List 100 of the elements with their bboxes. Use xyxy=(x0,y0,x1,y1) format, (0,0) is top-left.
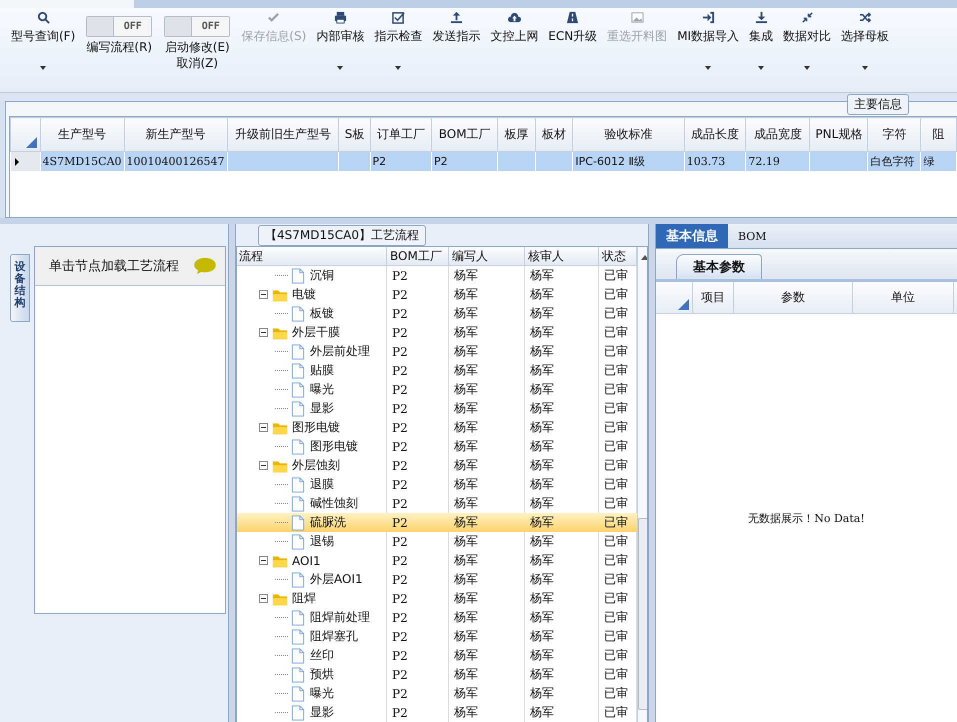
collapse-icon[interactable] xyxy=(259,423,268,432)
tree-row[interactable]: 阻焊塞孔 P2 杨军 杨军 已审 xyxy=(237,627,637,646)
tree-row[interactable]: 阻焊前处理 P2 杨军 杨军 已审 xyxy=(237,608,637,627)
tree-row[interactable]: 预烘 P2 杨军 杨军 已审 xyxy=(237,665,637,684)
toggle-switch[interactable]: OFF xyxy=(164,16,230,37)
table-row[interactable]: 4S7MD15CA0 10010400126547 P2 P2 IPC-6012 Ⅱ级 103.73 72.19 白色字符 绿 xyxy=(10,152,956,171)
table-cell: 已审 xyxy=(604,286,628,303)
document-icon xyxy=(290,476,306,492)
column-header[interactable]: 阻 xyxy=(920,118,956,152)
scroll-up-icon[interactable] xyxy=(641,255,647,260)
table-cell: 已审 xyxy=(604,533,628,550)
tree-row[interactable]: 硫脲洗 P2 杨军 杨军 已审 xyxy=(237,513,637,532)
column-header[interactable]: 字符 xyxy=(868,118,921,152)
toolbar-button[interactable]: 选择母板 xyxy=(836,8,894,86)
tree-row[interactable]: 板镀 P2 杨军 杨军 已审 xyxy=(237,304,637,323)
column-header[interactable]: 编写人 xyxy=(449,247,525,265)
table-cell: 杨军 xyxy=(530,552,554,569)
table-cell: 杨军 xyxy=(454,343,478,360)
tree-row[interactable]: 外层AOI1 P2 杨军 杨军 已审 xyxy=(237,570,637,589)
column-header[interactable]: 核审人 xyxy=(525,247,599,265)
tree-row[interactable]: 丝印 P2 杨军 杨军 已审 xyxy=(237,646,637,665)
table-cell: 已审 xyxy=(604,343,628,360)
download-icon xyxy=(754,11,768,24)
column-header[interactable]: 成品长度 xyxy=(684,118,746,152)
table-cell: 已审 xyxy=(604,704,628,721)
tree-row[interactable]: 外层干膜 P2 杨军 杨军 已审 xyxy=(237,323,637,342)
document-icon xyxy=(290,382,306,398)
splitter-handle[interactable] xyxy=(228,224,236,722)
table-cell: 杨军 xyxy=(454,457,478,474)
table-cell: P2 xyxy=(392,402,408,416)
table-cell: 白色字符 xyxy=(870,155,914,168)
column-header[interactable]: 单位 xyxy=(853,282,954,313)
collapse-icon[interactable] xyxy=(259,290,268,299)
table-cell: 杨军 xyxy=(454,419,478,436)
toolbar-button[interactable]: 集成 xyxy=(744,8,778,86)
tab[interactable]: 基本参数 xyxy=(676,254,762,279)
table-cell: P2 xyxy=(392,572,408,586)
column-header[interactable]: 成品宽度 xyxy=(746,118,810,152)
vertical-tab[interactable]: 设备结构 xyxy=(10,254,30,322)
tree-row[interactable]: 贴膜 P2 杨军 杨军 已审 xyxy=(237,361,637,380)
tree-row[interactable]: 退锡 P2 杨军 杨军 已审 xyxy=(237,532,637,551)
table-cell: 已审 xyxy=(604,381,628,398)
table-cell: P2 xyxy=(392,268,408,282)
column-header[interactable]: 参数 xyxy=(734,282,853,313)
document-icon xyxy=(290,610,306,626)
column-header[interactable]: 板厚 xyxy=(498,118,536,152)
table-cell: 已审 xyxy=(604,647,628,664)
table-cell: 杨军 xyxy=(530,476,554,493)
tree-row[interactable]: 显影 P2 杨军 杨军 已审 xyxy=(237,399,637,418)
table-cell: P2 xyxy=(392,420,408,434)
tab[interactable]: 基本信息 xyxy=(656,224,728,248)
tree-row[interactable]: 曝光 P2 杨军 杨军 已审 xyxy=(237,684,637,703)
column-header[interactable]: 流程 xyxy=(237,247,387,265)
table-cell: P2 xyxy=(392,648,408,662)
tree-row[interactable]: 曝光 P2 杨军 杨军 已审 xyxy=(237,380,637,399)
column-header[interactable]: 生产型号 xyxy=(40,118,124,152)
document-icon xyxy=(290,514,306,530)
tree-row[interactable]: 外层蚀刻 P2 杨军 杨军 已审 xyxy=(237,456,637,475)
toolbar-button[interactable]: 发送指示 xyxy=(427,8,486,86)
cloud-icon xyxy=(508,11,521,24)
table-cell: 杨军 xyxy=(530,381,554,398)
toolbar-button[interactable]: 型号查询(F) xyxy=(6,8,80,86)
column-header[interactable]: 新生产型号 xyxy=(124,118,228,152)
column-header[interactable]: 升级前旧生产型号 xyxy=(227,118,339,152)
collapse-icon[interactable] xyxy=(259,461,268,470)
column-header[interactable]: BOM工厂 xyxy=(432,118,498,152)
collapse-icon[interactable] xyxy=(259,328,268,337)
toolbar-button[interactable]: 指示检查 xyxy=(369,8,428,86)
tree-row[interactable]: 阻焊 P2 杨军 杨军 已审 xyxy=(237,589,637,608)
toggle-switch[interactable]: OFF xyxy=(86,16,152,37)
tree-row[interactable]: 图形电镀 P2 杨军 杨军 已审 xyxy=(237,418,637,437)
toolbar-button[interactable]: 文控上网 xyxy=(485,8,544,86)
column-header[interactable]: 板材 xyxy=(535,118,573,152)
column-header[interactable]: 订单工厂 xyxy=(370,118,432,152)
tree-row[interactable]: 外层前处理 P2 杨军 杨军 已审 xyxy=(237,342,637,361)
column-header[interactable]: PNL规格 xyxy=(810,118,868,152)
column-header[interactable]: 项目 xyxy=(693,282,734,313)
collapse-icon[interactable] xyxy=(259,594,268,603)
table-cell: 已审 xyxy=(604,438,628,455)
table-cell: 杨军 xyxy=(530,590,554,607)
splitter-handle[interactable] xyxy=(648,224,656,722)
tree-row[interactable]: 退膜 P2 杨军 杨军 已审 xyxy=(237,475,637,494)
tree-row[interactable]: 显影 P2 杨军 杨军 已审 xyxy=(237,703,637,722)
tab[interactable]: BOM xyxy=(728,224,777,248)
speech-bubble-icon xyxy=(193,257,217,275)
toolbar-button[interactable]: 内部审核 xyxy=(311,8,370,86)
table-cell: P2 xyxy=(392,668,408,682)
tree-row[interactable]: AOI1 P2 杨军 杨军 已审 xyxy=(237,551,637,570)
column-header[interactable]: 验收标准 xyxy=(572,118,684,152)
column-header[interactable]: BOM工厂 xyxy=(387,247,449,265)
collapse-icon[interactable] xyxy=(259,556,268,565)
toolbar-button[interactable]: MI数据导入 xyxy=(672,8,744,86)
shuffle-icon xyxy=(858,11,872,24)
column-header[interactable]: S板 xyxy=(338,118,370,152)
tree-row[interactable]: 电镀 P2 杨军 杨军 已审 xyxy=(237,285,637,304)
toolbar-button[interactable]: 数据对比 xyxy=(778,8,836,86)
tree-row[interactable]: 图形电镀 P2 杨军 杨军 已审 xyxy=(237,437,637,456)
toolbar-button[interactable]: ECN升级 xyxy=(543,8,602,86)
document-icon xyxy=(290,400,306,416)
tree-row[interactable]: 沉铜 P2 杨军 杨军 已审 xyxy=(237,266,637,285)
